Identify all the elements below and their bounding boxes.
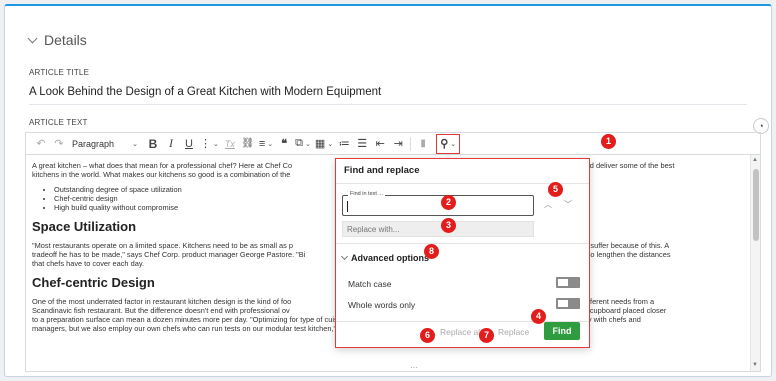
editor-scrollbar[interactable]: ▲ ▼ <box>750 155 760 371</box>
find-replace-button[interactable]: ⚲ ⌄ <box>436 133 461 154</box>
match-case-toggle[interactable] <box>556 277 580 288</box>
article-title-field[interactable]: A Look Behind the Design of a Great Kitc… <box>29 86 381 98</box>
clear-format-button[interactable]: Tx <box>221 134 239 154</box>
chevron-down-icon: ⌄ <box>267 140 274 148</box>
annotation-badge: 2 <box>441 195 456 210</box>
scroll-up-icon[interactable]: ▲ <box>752 156 758 165</box>
find-icon: ⚲ <box>440 138 449 150</box>
scroll-thumb[interactable] <box>753 169 759 241</box>
chevron-down-icon: ⌄ <box>213 140 219 148</box>
divider <box>336 243 589 244</box>
find-field-label: Find in text ... <box>348 191 386 197</box>
article-text-label: ARTICLE TEXT <box>29 118 88 127</box>
divider <box>29 104 747 105</box>
article-title-label: ARTICLE TITLE <box>29 68 90 77</box>
align-button[interactable]: ≡ ⌄ <box>257 134 275 154</box>
more-icon: ⋮ <box>200 138 211 150</box>
align-icon: ≡ <box>258 137 266 150</box>
outdent-icon[interactable]: ⇤ <box>371 134 389 154</box>
paragraph-dropdown[interactable]: Paragraph ⌄ <box>68 134 144 154</box>
scroll-down-icon[interactable]: ▼ <box>752 361 758 370</box>
indent-icon[interactable]: ⇥ <box>389 134 407 154</box>
more-formatting-button[interactable]: ⋮ ⌄ <box>198 134 221 154</box>
paste-icon[interactable]: ▮ <box>414 134 432 154</box>
italic-button[interactable]: I <box>162 134 180 154</box>
chevron-down-icon <box>27 33 38 43</box>
find-button[interactable]: Find <box>544 322 580 340</box>
annotation-badge: 4 <box>531 309 546 324</box>
advanced-options-label: Advanced options <box>351 253 430 263</box>
dialog-title: Find and replace <box>344 165 420 176</box>
table-icon: ▦ <box>314 138 326 150</box>
chevron-down-icon: ⌄ <box>327 140 334 148</box>
image-button[interactable]: ⧉ ⌄ <box>293 134 313 154</box>
text-run: that chefs have to cover each day. <box>32 259 145 268</box>
text-run: "Most restaurants operate on a limited s… <box>32 241 294 250</box>
find-field[interactable]: Find in text ... <box>342 191 534 216</box>
text-run: One of the most underrated factor in res… <box>32 297 292 306</box>
whole-words-toggle[interactable] <box>556 298 580 309</box>
bold-button[interactable]: B <box>144 134 162 154</box>
text-run: kitchens in the world. What makes our ki… <box>32 170 291 179</box>
text-run: A great kitchen – what does that mean fo… <box>32 161 293 170</box>
chevron-down-icon: ⌄ <box>132 140 138 148</box>
next-result-icon[interactable]: ﹀ <box>564 199 572 210</box>
paragraph-label: Paragraph <box>72 138 115 149</box>
whole-words-label: Whole words only <box>348 300 416 310</box>
chevron-down-icon: ⌄ <box>305 140 311 148</box>
text-run: tradeoff he has to be made," says Chef C… <box>32 250 306 259</box>
replace-field[interactable] <box>342 221 534 237</box>
details-toggle[interactable]: Details <box>27 32 87 48</box>
text-run: managers, but we also employ our own che… <box>32 324 383 333</box>
quote-icon[interactable]: ❝ <box>275 134 293 154</box>
toolbar-separator <box>410 136 412 151</box>
chevron-down-icon <box>340 252 349 261</box>
annotation-badge: 8 <box>424 244 439 259</box>
annotation-badge: 5 <box>548 182 563 197</box>
underline-button[interactable]: U <box>180 134 198 154</box>
replace-button[interactable]: Replace <box>498 327 529 337</box>
annotation-badge: 3 <box>441 218 456 233</box>
table-button[interactable]: ▦ ⌄ <box>313 134 335 154</box>
text-run: Scandinavic fish restaurant. But the dif… <box>32 306 290 315</box>
link-icon[interactable]: ⛓ <box>239 134 257 154</box>
annotation-badge: 7 <box>479 328 494 343</box>
replace-input[interactable] <box>347 224 527 235</box>
redo-icon[interactable]: ↷ <box>50 134 68 154</box>
find-input[interactable] <box>347 201 497 212</box>
annotation-badge: 6 <box>420 328 435 343</box>
undo-icon[interactable]: ↶ <box>32 134 50 154</box>
previous-result-icon[interactable]: ︿ <box>544 199 552 210</box>
advanced-options-toggle[interactable]: Advanced options <box>340 252 430 263</box>
replace-all-button[interactable]: Replace all <box>440 327 482 337</box>
details-title: Details <box>44 32 87 48</box>
match-case-label: Match case <box>348 279 392 289</box>
annotation-badge: 1 <box>601 134 616 149</box>
article-panel: Details ARTICLE TITLE A Look Behind the … <box>4 4 772 377</box>
bullet-list-icon[interactable]: ☰ <box>353 134 371 154</box>
editor-toolbar: ↶ ↷ Paragraph ⌄ B I U ⋮ ⌄ Tx ⛓ ≡ ⌄ ❝ ⧉ ⌄ ▦ ⌄… <box>25 132 761 154</box>
resize-handle[interactable]: ⋯ <box>410 364 418 372</box>
numbered-list-icon[interactable]: ≔ <box>335 134 353 154</box>
chevron-down-icon: ⌄ <box>450 140 457 148</box>
image-icon: ⧉ <box>295 137 304 149</box>
